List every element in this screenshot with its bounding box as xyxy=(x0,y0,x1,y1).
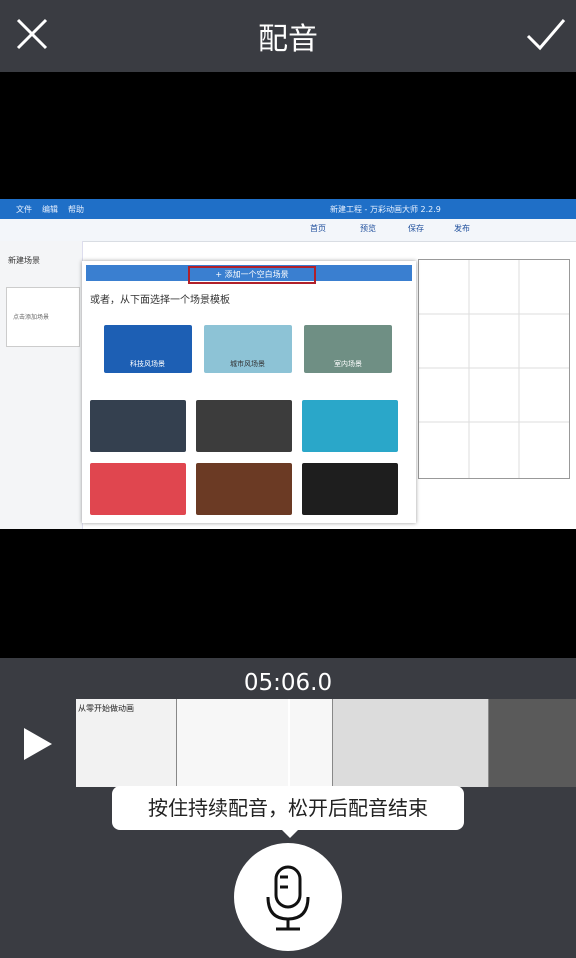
template-dialog: + 添加一个空白场景 或者，从下面选择一个场景模板 科技风场景 城市风场景 室内… xyxy=(82,261,416,523)
preview-frame: 文件 编辑 帮助 新建工程 - 万彩动画大师 2.2.9 首页 预览 保存 发布… xyxy=(0,199,576,529)
app-title: 新建工程 - 万彩动画大师 2.2.9 xyxy=(330,205,441,214)
filmstrip-frame xyxy=(332,699,489,787)
dialog-header: + 添加一个空白场景 xyxy=(86,265,412,284)
record-hint-tooltip: 按住持续配音，松开后配音结束 xyxy=(112,786,464,830)
toolbar-preview: 预览 xyxy=(360,224,376,233)
app-menu-file: 文件 xyxy=(16,205,32,214)
template-label-interior: 室内场景 xyxy=(334,360,362,368)
template-label-city: 城市风场景 xyxy=(230,360,265,368)
playhead[interactable] xyxy=(288,699,290,787)
template-prompt: 或者，从下面选择一个场景模板 xyxy=(90,295,230,306)
toolbar-save: 保存 xyxy=(408,224,424,233)
video-filmstrip[interactable]: 从零开始做动画 xyxy=(76,699,576,787)
template-tile-tech: 科技风场景 xyxy=(104,325,192,373)
filmstrip-frame: 从零开始做动画 xyxy=(76,699,176,787)
tooltip-arrow xyxy=(280,828,300,838)
template-tile-dots xyxy=(302,400,398,452)
template-tile-city: 城市风场景 xyxy=(204,325,292,373)
grid-lines xyxy=(419,260,569,478)
filmstrip-frame-text: 从零开始做动画 xyxy=(78,704,134,713)
new-scene-label: 新建场景 xyxy=(8,256,40,265)
play-icon xyxy=(24,728,52,760)
filmstrip-frame xyxy=(176,699,333,787)
filmstrip-frame xyxy=(488,699,576,787)
scene-list-panel: 新建场景 点击添加场景 xyxy=(0,241,83,529)
microphone-icon xyxy=(266,865,310,931)
canvas-grid xyxy=(418,259,570,479)
add-scene-label: 添加一个空白场景 xyxy=(224,270,289,279)
template-tile-hi xyxy=(196,400,292,452)
page-title: 配音 xyxy=(258,22,318,57)
toolbar-home: 首页 xyxy=(310,224,326,233)
record-button[interactable] xyxy=(234,843,342,951)
template-tile-dark xyxy=(302,463,398,515)
scene-thumbnail: 点击添加场景 xyxy=(6,287,80,347)
app-menu-help: 帮助 xyxy=(68,205,84,214)
template-tile-pencils xyxy=(196,463,292,515)
template-label-tech: 科技风场景 xyxy=(130,360,165,368)
timecode: 05:06.0 xyxy=(243,670,333,696)
template-tile-interior: 室内场景 xyxy=(304,325,392,373)
app-menu-edit: 编辑 xyxy=(42,205,58,214)
play-button[interactable] xyxy=(20,726,54,762)
app-toolbar: 首页 预览 保存 发布 xyxy=(0,219,576,242)
add-blank-scene-button: + 添加一个空白场景 xyxy=(188,266,316,284)
confirm-button[interactable] xyxy=(524,12,568,56)
template-tile-red xyxy=(90,463,186,515)
top-bar: 配音 xyxy=(0,0,576,72)
checkmark-icon xyxy=(526,19,566,51)
scene-thumb-caption: 点击添加场景 xyxy=(13,314,50,321)
template-tile-am xyxy=(90,400,186,452)
toolbar-publish: 发布 xyxy=(454,224,470,233)
app-title-bar: 文件 编辑 帮助 新建工程 - 万彩动画大师 2.2.9 xyxy=(0,199,576,219)
